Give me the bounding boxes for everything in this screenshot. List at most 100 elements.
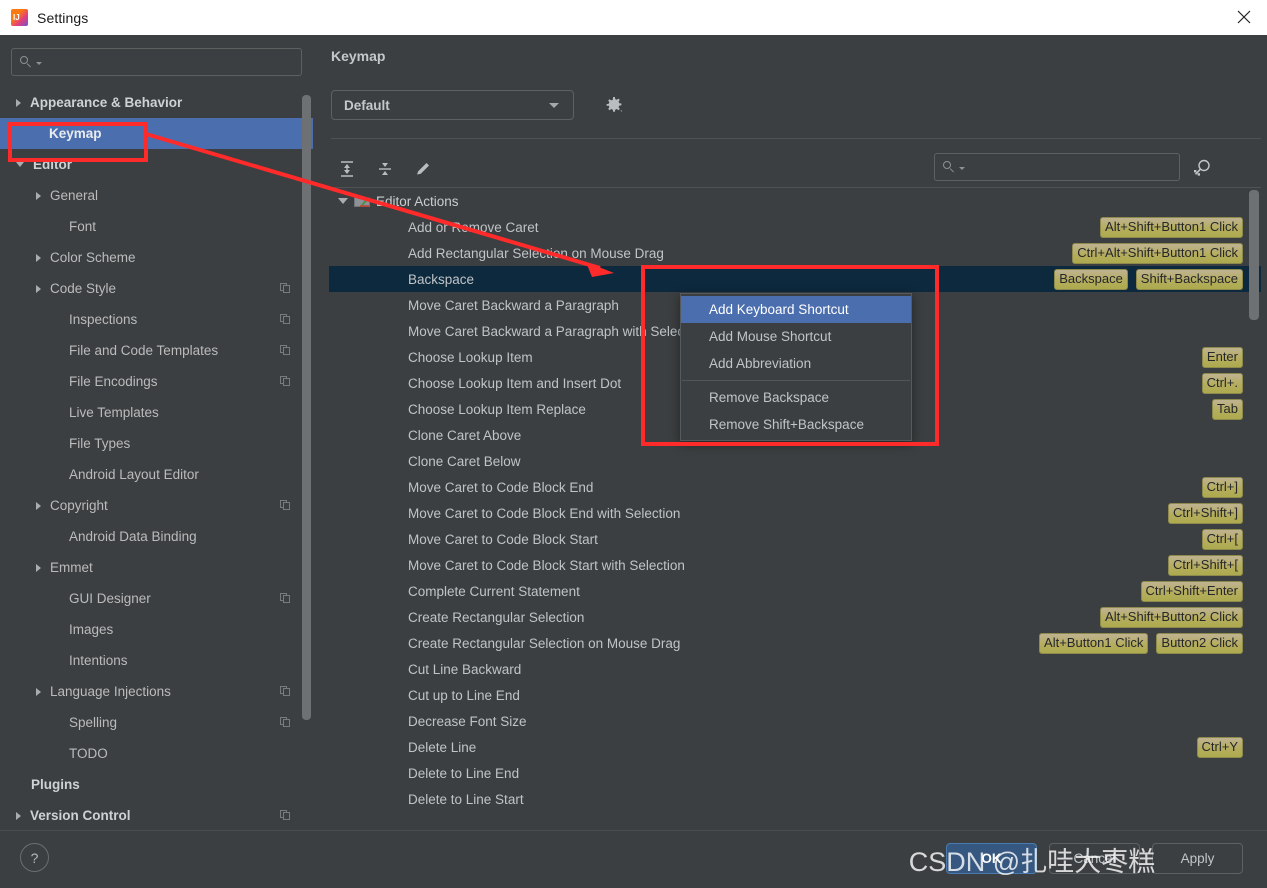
action-row[interactable]: Create Rectangular Selection on Mouse Dr…: [329, 630, 1261, 656]
action-row[interactable]: Clone Caret Below: [329, 448, 1261, 474]
sidebar-item-android-layout-editor[interactable]: Android Layout Editor: [0, 459, 313, 490]
chevron-down-icon[interactable]: [16, 162, 24, 167]
close-icon[interactable]: [1221, 0, 1267, 34]
edit-pencil-icon[interactable]: [411, 157, 435, 181]
sidebar-item-font[interactable]: Font: [0, 211, 313, 242]
shortcut-badge[interactable]: Enter: [1201, 346, 1243, 368]
chevron-down-icon[interactable]: [338, 198, 348, 204]
sidebar-item-todo[interactable]: TODO: [0, 738, 313, 769]
action-row[interactable]: Add Rectangular Selection on Mouse Drag C…: [329, 240, 1261, 266]
keymap-select[interactable]: Default: [331, 90, 574, 120]
chevron-right-icon[interactable]: [36, 687, 41, 696]
ok-button[interactable]: OK: [946, 843, 1037, 874]
collapse-all-icon[interactable]: [373, 157, 397, 181]
chevron-right-icon[interactable]: [16, 811, 21, 820]
shortcut-badge[interactable]: Ctrl+Shift+[: [1167, 554, 1243, 576]
copy-settings-icon: [280, 810, 291, 821]
sidebar-item-code-style[interactable]: Code Style: [0, 273, 313, 304]
shortcut-list: Ctrl+Y: [1196, 736, 1243, 758]
chevron-right-icon[interactable]: [36, 501, 41, 510]
shortcut-badge[interactable]: Backspace: [1054, 268, 1128, 290]
sidebar-item-gui-designer[interactable]: GUI Designer: [0, 583, 313, 614]
context-menu-item[interactable]: Add Abbreviation: [681, 350, 911, 377]
action-row[interactable]: Move Caret to Code Block Start with Sele…: [329, 552, 1261, 578]
sidebar-item-general[interactable]: General: [0, 180, 313, 211]
actions-scrollbar-thumb[interactable]: [1249, 190, 1259, 320]
shortcut-badge[interactable]: Tab: [1212, 398, 1243, 420]
sidebar-item-file-and-code-templates[interactable]: File and Code Templates: [0, 335, 313, 366]
context-menu-item[interactable]: Remove Shift+Backspace: [681, 411, 911, 438]
sidebar-item-plugins[interactable]: Plugins: [0, 769, 313, 800]
context-menu-item[interactable]: Remove Backspace: [681, 384, 911, 411]
action-row[interactable]: Delete to Line Start: [329, 786, 1261, 812]
shortcut-list: Ctrl+.: [1201, 372, 1243, 394]
shortcut-badge[interactable]: Ctrl+Y: [1196, 736, 1243, 758]
shortcut-badge[interactable]: Alt+Shift+Button1 Click: [1100, 216, 1243, 238]
shortcut-badge[interactable]: Ctrl+]: [1201, 476, 1243, 498]
shortcut-badge[interactable]: Alt+Shift+Button2 Click: [1100, 606, 1243, 628]
shortcut-badge[interactable]: Shift+Backspace: [1135, 268, 1243, 290]
actions-search-input[interactable]: [965, 159, 1179, 175]
sidebar-item-copyright[interactable]: Copyright: [0, 490, 313, 521]
help-button[interactable]: ?: [20, 843, 49, 872]
action-row[interactable]: Move Caret to Code Block End with Select…: [329, 500, 1261, 526]
action-row[interactable]: Delete Line Ctrl+Y: [329, 734, 1261, 760]
action-row[interactable]: Backspace Backspace Shift+Backspace: [329, 266, 1261, 292]
sidebar-item-label: General: [50, 188, 99, 203]
shortcut-badge[interactable]: Alt+Button1 Click: [1039, 632, 1149, 654]
action-group-row[interactable]: Editor Actions: [329, 188, 1261, 214]
find-by-shortcut-icon[interactable]: [1191, 157, 1213, 179]
shortcut-badge[interactable]: Ctrl+Shift+Enter: [1140, 580, 1243, 602]
cancel-button[interactable]: Cancel: [1049, 843, 1140, 874]
actions-tree: Editor Actions Add or Remove Caret Alt+Shi…: [329, 187, 1261, 825]
sidebar-item-version-control[interactable]: Version Control: [0, 800, 313, 830]
chevron-right-icon[interactable]: [36, 563, 41, 572]
gear-icon[interactable]: [604, 95, 624, 115]
sidebar-item-android-data-binding[interactable]: Android Data Binding: [0, 521, 313, 552]
sidebar-search-box[interactable]: [11, 48, 302, 76]
action-row[interactable]: Create Rectangular Selection Alt+Shift+Bu…: [329, 604, 1261, 630]
apply-button[interactable]: Apply: [1152, 843, 1243, 874]
sidebar-item-images[interactable]: Images: [0, 614, 313, 645]
context-menu-item[interactable]: Add Mouse Shortcut: [681, 323, 911, 350]
action-row[interactable]: Delete to Line End: [329, 760, 1261, 786]
shortcut-list: Enter: [1201, 346, 1243, 368]
shortcut-badge[interactable]: Ctrl+.: [1201, 372, 1243, 394]
sidebar-item-appearance-behavior[interactable]: Appearance & Behavior: [0, 87, 313, 118]
sidebar-item-file-encodings[interactable]: File Encodings: [0, 366, 313, 397]
sidebar-scrollbar-thumb[interactable]: [302, 95, 311, 720]
sidebar-item-emmet[interactable]: Emmet: [0, 552, 313, 583]
sidebar-item-file-types[interactable]: File Types: [0, 428, 313, 459]
chevron-right-icon[interactable]: [36, 253, 41, 262]
action-row[interactable]: Cut Line Backward: [329, 656, 1261, 682]
action-row[interactable]: Add or Remove Caret Alt+Shift+Button1 Cli…: [329, 214, 1261, 240]
sidebar-item-live-templates[interactable]: Live Templates: [0, 397, 313, 428]
chevron-right-icon[interactable]: [36, 191, 41, 200]
sidebar-item-inspections[interactable]: Inspections: [0, 304, 313, 335]
sidebar-item-label: Color Scheme: [50, 250, 136, 265]
sidebar-item-intentions[interactable]: Intentions: [0, 645, 313, 676]
shortcut-badge[interactable]: Ctrl+Alt+Shift+Button1 Click: [1072, 242, 1243, 264]
action-row[interactable]: Move Caret to Code Block End Ctrl+]: [329, 474, 1261, 500]
sidebar-item-spelling[interactable]: Spelling: [0, 707, 313, 738]
sidebar-item-editor[interactable]: Editor: [0, 149, 313, 180]
shortcut-badge[interactable]: Ctrl+[: [1201, 528, 1243, 550]
action-row[interactable]: Complete Current Statement Ctrl+Shift+Ent…: [329, 578, 1261, 604]
copy-settings-icon: [280, 593, 291, 604]
action-row[interactable]: Move Caret to Code Block Start Ctrl+[: [329, 526, 1261, 552]
chevron-right-icon[interactable]: [36, 284, 41, 293]
shortcut-badge[interactable]: Ctrl+Shift+]: [1167, 502, 1243, 524]
action-row[interactable]: Cut up to Line End: [329, 682, 1261, 708]
context-menu-item[interactable]: Add Keyboard Shortcut: [681, 296, 911, 323]
expand-all-icon[interactable]: [335, 157, 359, 181]
sidebar-item-language-injections[interactable]: Language Injections: [0, 676, 313, 707]
chevron-right-icon[interactable]: [16, 98, 21, 107]
action-row[interactable]: Decrease Font Size: [329, 708, 1261, 734]
sidebar-search-input[interactable]: [42, 54, 301, 70]
sidebar-item-keymap[interactable]: Keymap: [0, 118, 313, 149]
actions-search-box[interactable]: [934, 153, 1180, 181]
sidebar-item-color-scheme[interactable]: Color Scheme: [0, 242, 313, 273]
shortcut-badge[interactable]: Button2 Click: [1156, 632, 1243, 654]
